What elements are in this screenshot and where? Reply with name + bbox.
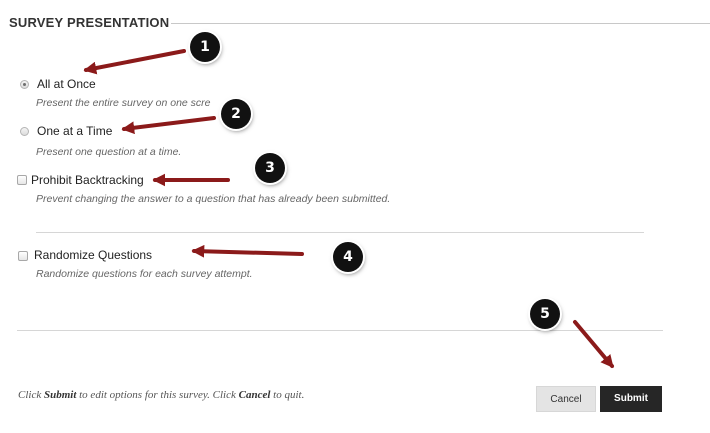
callout-3: 3	[255, 153, 285, 183]
arrow-1	[83, 49, 186, 75]
callout-2: 2	[221, 99, 251, 129]
arrow-5	[573, 320, 614, 368]
callout-5: 5	[530, 299, 560, 329]
arrow-4	[191, 244, 304, 258]
arrow-2	[121, 116, 216, 135]
annotation-arrows	[83, 49, 614, 368]
callout-4: 4	[333, 242, 363, 272]
callout-1: 1	[190, 32, 220, 62]
